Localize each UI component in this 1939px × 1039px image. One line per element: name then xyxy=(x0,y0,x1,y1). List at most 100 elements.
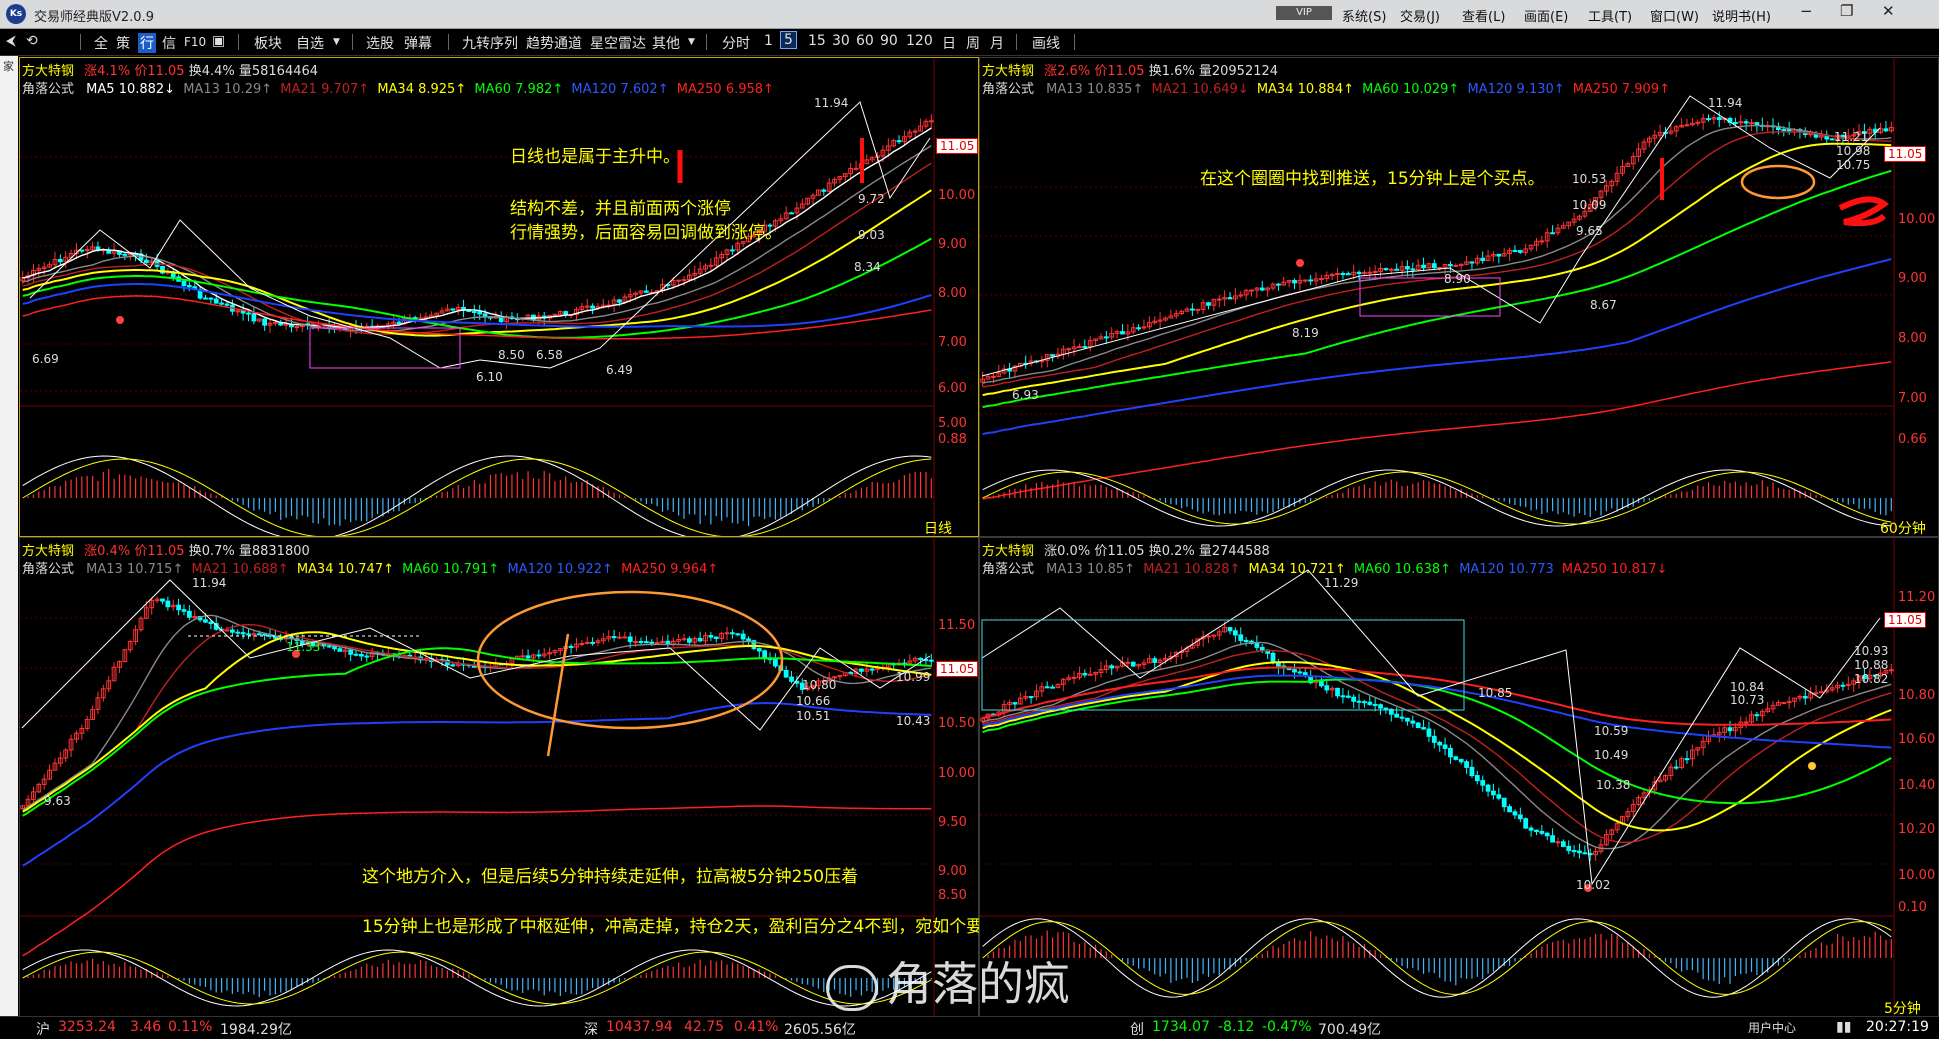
y-axis-label: 11.20 xyxy=(1898,590,1936,605)
candle-body xyxy=(789,676,794,682)
signal-dot xyxy=(116,316,124,324)
formula-label: 角落公式 xyxy=(22,562,75,577)
price-label: 10.59 xyxy=(1594,724,1629,738)
tb-timeshare[interactable]: 分时 xyxy=(722,33,750,53)
candlestick-chart-5min[interactable] xyxy=(980,538,1938,1016)
menu-window[interactable]: 窗口(W) xyxy=(1650,6,1699,25)
candle-body xyxy=(654,641,660,644)
chart-panel-5min[interactable]: 方大特钢 涨0.0% 价11.05 换0.2% 量2744588 角落公式 MA… xyxy=(979,537,1939,1017)
maximize-icon[interactable]: ❐ xyxy=(1840,2,1853,20)
tb-period-120[interactable]: 120 xyxy=(906,33,933,49)
candle-body xyxy=(1152,658,1158,663)
candle-body xyxy=(584,305,590,308)
candle-body xyxy=(536,654,542,657)
tb-period-30[interactable]: 30 xyxy=(832,33,850,49)
tb-period-1[interactable]: 1 xyxy=(764,33,773,49)
menu-help[interactable]: 说明书(H) xyxy=(1712,6,1771,25)
candle-body xyxy=(1254,642,1260,648)
tb-period-15[interactable]: 15 xyxy=(808,33,826,49)
dea-line xyxy=(982,471,1892,525)
chevron-down-icon[interactable]: ▼ xyxy=(688,37,695,47)
candle-body xyxy=(1743,721,1749,724)
tb-other[interactable]: 其他 xyxy=(652,33,680,53)
annotation-note: 这个地方介入，但是后续5分钟持续走延伸，拉高被5分钟250压着 xyxy=(362,867,859,887)
tb-trend-channel[interactable]: 趋势通道 xyxy=(526,33,582,53)
menu-screen[interactable]: 画面(E) xyxy=(1524,6,1568,25)
candle-body xyxy=(1571,850,1577,853)
tb-stock-picker[interactable]: 选股 xyxy=(366,33,394,53)
user-center-link[interactable]: 用户中心 xyxy=(1748,1019,1796,1036)
tb-period-week[interactable]: 周 xyxy=(966,33,980,53)
tb-watchlist[interactable]: 自选 xyxy=(296,33,324,53)
annotation-note: 在这个圈圈中找到推送，15分钟上是个买点。 xyxy=(1200,169,1545,189)
price-label: 10.80 xyxy=(802,678,837,692)
tb-all[interactable]: 全 xyxy=(94,33,108,53)
candle-body xyxy=(1491,790,1496,796)
tb-star-radar[interactable]: 星空雷达 xyxy=(590,33,646,53)
back-icon[interactable]: ⮜ xyxy=(6,33,16,49)
price-label: 8.34 xyxy=(854,260,881,274)
candle-body xyxy=(821,189,827,192)
dif-line xyxy=(22,949,932,1007)
menu-tools[interactable]: 工具(T) xyxy=(1588,6,1632,25)
candle-body xyxy=(611,636,617,639)
candle-body xyxy=(1410,720,1416,724)
candle-body xyxy=(1550,835,1555,843)
candlestick-chart-daily[interactable] xyxy=(20,58,978,536)
volume: 量8831800 xyxy=(238,544,310,559)
candle-body xyxy=(773,658,778,667)
chart-panel-60min[interactable]: 方大特钢 涨2.6% 价11.05 换1.6% 量20952124 角落公式 M… xyxy=(979,57,1939,537)
chevron-down-icon[interactable]: ▼ xyxy=(333,37,340,47)
tb-strategy[interactable]: 策 xyxy=(116,33,130,53)
ma60-label: MA60 10.791↑ xyxy=(402,562,500,577)
chart-panel-daily[interactable]: 方大特钢 涨4.1% 价11.05 换4.4% 量58164464 角落公式 M… xyxy=(19,57,979,537)
close-icon[interactable]: ✕ xyxy=(1882,2,1895,20)
price-label: 6.93 xyxy=(1012,388,1039,402)
vip-badge[interactable]: VIP xyxy=(1276,6,1332,20)
tb-quote[interactable]: 行 xyxy=(138,33,156,53)
toolbar-divider xyxy=(706,34,707,50)
candle-body xyxy=(160,598,165,602)
tb-period-day[interactable]: 日 xyxy=(942,33,956,53)
candlestick-chart-15min[interactable] xyxy=(20,538,978,1016)
tb-nine-turn[interactable]: 九转序列 xyxy=(462,33,518,53)
tb-period-month[interactable]: 月 xyxy=(990,33,1004,53)
layout-icon[interactable]: ▣ xyxy=(212,33,225,49)
chart-panel-15min[interactable]: 方大特钢 涨0.4% 价11.05 换0.7% 量8831800 角落公式 MA… xyxy=(19,537,1068,1017)
candlestick-chart-60min[interactable] xyxy=(980,58,1938,536)
indicator-axis-label: 0.66 xyxy=(1898,432,1927,447)
candle-body xyxy=(224,629,230,632)
ma21-label: MA21 10.649↓ xyxy=(1151,82,1249,97)
tb-f10[interactable]: F10 xyxy=(184,35,206,49)
tb-draw-line[interactable]: 画线 xyxy=(1032,33,1060,53)
dea-line xyxy=(982,921,1892,995)
menu-system[interactable]: 系统(S) xyxy=(1342,6,1386,25)
tb-sector[interactable]: 板块 xyxy=(254,33,282,53)
candle-body xyxy=(1539,240,1545,243)
candle-body xyxy=(1888,669,1894,672)
tb-bullet-chat[interactable]: 弹幕 xyxy=(404,33,432,53)
candle-body xyxy=(1292,669,1297,673)
candle-body xyxy=(697,637,703,642)
candle-body xyxy=(520,655,526,658)
weibo-icon xyxy=(826,964,878,1011)
candle-body xyxy=(1227,297,1233,300)
price-label: 11.33 xyxy=(286,640,321,654)
tb-period-60[interactable]: 60 xyxy=(856,33,874,49)
tb-period-5[interactable]: 5 xyxy=(780,31,797,49)
ma-legend: 角落公式 MA13 10.835↑ MA21 10.649↓ MA34 10.8… xyxy=(982,78,1670,97)
candle-body xyxy=(627,636,633,643)
minimize-icon[interactable]: − xyxy=(1800,2,1813,20)
candle-body xyxy=(1388,268,1394,271)
tb-info[interactable]: 信 xyxy=(162,33,176,53)
candle-body xyxy=(1512,250,1518,253)
candle-body xyxy=(57,258,63,263)
refresh-icon[interactable]: ⟲ xyxy=(26,33,38,49)
price-label: 10.02 xyxy=(1576,878,1611,892)
menu-trade[interactable]: 交易(J) xyxy=(1400,6,1440,25)
candle-body xyxy=(1345,695,1351,698)
y-axis-label: 9.50 xyxy=(938,815,967,830)
menu-view[interactable]: 查看(L) xyxy=(1462,6,1505,25)
tb-period-90[interactable]: 90 xyxy=(880,33,898,49)
index-sh-value: 3253.24 xyxy=(58,1019,116,1035)
